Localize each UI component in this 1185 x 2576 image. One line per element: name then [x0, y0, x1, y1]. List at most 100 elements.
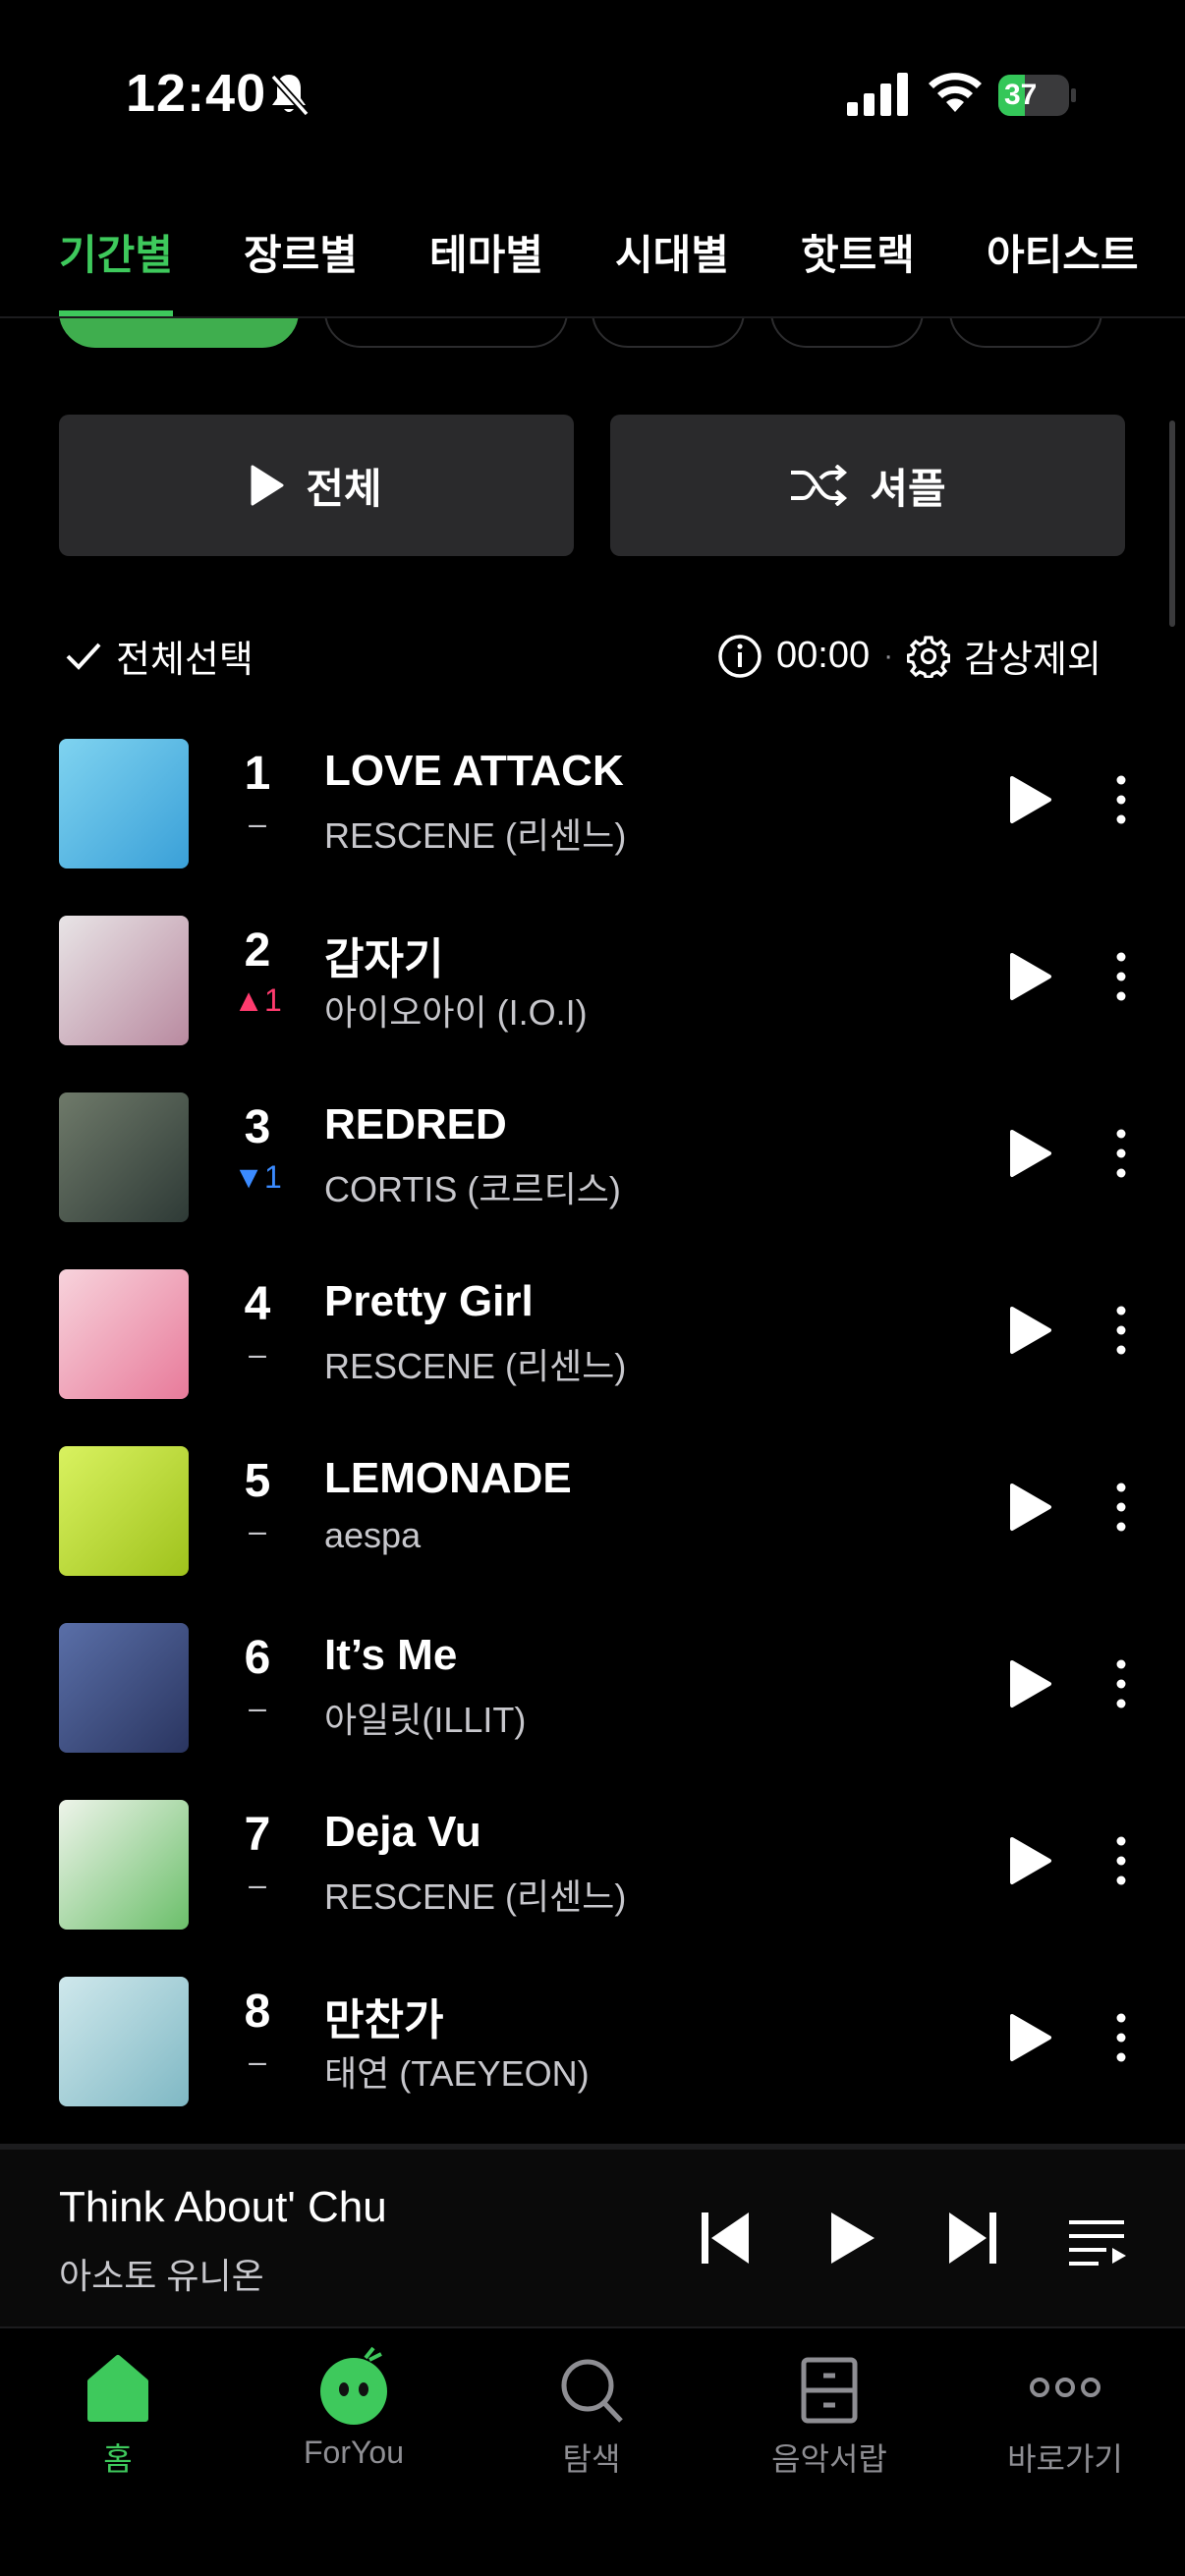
song-artist[interactable]: RESCENE (리센느)	[324, 808, 626, 859]
chart-row[interactable]: 1 – LOVE ATTACK RESCENE (리센느)	[0, 729, 1185, 906]
mini-player[interactable]: Think About' Chu 아소토 유니온	[0, 2150, 1185, 2326]
play-icon[interactable]	[1006, 949, 1053, 1004]
album-art[interactable]	[59, 1269, 189, 1399]
more-options-icon[interactable]	[1106, 772, 1136, 827]
chart-row[interactable]: 5 – LEMONADE aespa	[0, 1436, 1185, 1613]
rank-change: –	[249, 1336, 266, 1372]
rank-change: ▲1	[233, 982, 282, 1018]
more-options-icon[interactable]	[1106, 1303, 1136, 1358]
tab-artist[interactable]: 아티스트	[987, 222, 1139, 282]
bell-muted-icon	[270, 74, 310, 117]
album-art[interactable]	[59, 916, 189, 1045]
drawer-icon	[801, 2357, 858, 2424]
previous-track-icon[interactable]	[700, 2211, 753, 2266]
nav-foryou[interactable]: ForYou	[255, 2346, 452, 2471]
album-art[interactable]	[59, 739, 189, 868]
song-title[interactable]: Deja Vu	[324, 1808, 481, 1857]
song-title[interactable]: It’s Me	[324, 1631, 457, 1680]
rank-change: –	[249, 806, 266, 841]
tab-theme[interactable]: 테마별	[429, 222, 543, 282]
filter-chip[interactable]	[949, 318, 1102, 348]
song-artist[interactable]: 아이오아이 (I.O.I)	[324, 984, 588, 1036]
song-artist[interactable]: RESCENE (리센느)	[324, 1869, 626, 1920]
play-icon[interactable]	[1006, 1480, 1053, 1535]
active-tab-indicator	[59, 310, 173, 316]
tab-period[interactable]: 기간별	[59, 222, 173, 282]
play-icon[interactable]	[1006, 1303, 1053, 1358]
play-all-button[interactable]: 전체	[59, 415, 574, 556]
filter-chip[interactable]	[592, 318, 745, 348]
tab-genre[interactable]: 장르별	[244, 222, 358, 282]
now-playing-title[interactable]: Think About' Chu	[59, 2183, 387, 2232]
chart-row[interactable]: 7 – Deja Vu RESCENE (리센느)	[0, 1790, 1185, 1967]
play-icon[interactable]	[1006, 1656, 1053, 1711]
song-artist[interactable]: CORTIS (코르티스)	[324, 1161, 621, 1212]
rank-number: 7	[244, 1809, 271, 1861]
checkmark-icon	[66, 643, 101, 670]
select-all-button[interactable]: 전체선택	[65, 629, 254, 683]
more-options-icon[interactable]	[1106, 1833, 1136, 1888]
nav-home-label: 홈	[103, 2441, 133, 2477]
tab-hottrack[interactable]: 핫트랙	[801, 222, 915, 282]
now-playing-artist[interactable]: 아소토 유니온	[59, 2248, 264, 2299]
more-options-icon[interactable]	[1106, 1126, 1136, 1181]
rank-number: 8	[244, 1986, 271, 2038]
song-artist[interactable]: 아일릿(ILLIT)	[324, 1692, 526, 1743]
album-art[interactable]	[59, 1092, 189, 1222]
song-artist[interactable]: RESCENE (리센느)	[324, 1338, 626, 1389]
more-options-icon[interactable]	[1106, 1656, 1136, 1711]
nav-home[interactable]: 홈	[20, 2346, 216, 2480]
exclude-label[interactable]: 감상제외	[964, 629, 1101, 683]
play-icon[interactable]	[1006, 2010, 1053, 2065]
play-icon[interactable]	[1006, 1833, 1053, 1888]
chart-row[interactable]: 4 – Pretty Girl RESCENE (리센느)	[0, 1260, 1185, 1436]
shuffle-icon	[791, 465, 848, 506]
filter-chip-active[interactable]	[59, 318, 299, 348]
chart-row[interactable]: 2 ▲1 갑자기 아이오아이 (I.O.I)	[0, 906, 1185, 1083]
song-title[interactable]: 갑자기	[324, 924, 443, 986]
song-title[interactable]: Pretty Girl	[324, 1277, 534, 1326]
chart-row[interactable]: 8 – 만찬가 태연 (TAEYEON)	[0, 1967, 1185, 2144]
select-all-label: 전체선택	[116, 640, 254, 681]
status-time: 12:40	[126, 64, 267, 123]
rank-number: 5	[244, 1455, 271, 1507]
play-icon[interactable]	[1006, 772, 1053, 827]
song-artist[interactable]: 태연 (TAEYEON)	[324, 2045, 590, 2097]
chart-row[interactable]: 6 – It’s Me 아일릿(ILLIT)	[0, 1613, 1185, 1790]
chart-category-tabs: 기간별 장르별 테마별 시대별 핫트랙 아티스트	[0, 187, 1185, 318]
tab-era[interactable]: 시대별	[615, 222, 729, 282]
filter-chip[interactable]	[770, 318, 924, 348]
playlist-icon[interactable]	[1067, 2218, 1128, 2266]
shuffle-label: 셔플	[870, 465, 946, 512]
gear-icon[interactable]	[907, 635, 951, 678]
play-icon[interactable]	[1006, 1126, 1053, 1181]
song-title[interactable]: LOVE ATTACK	[324, 747, 624, 796]
cellular-signal-icon	[847, 73, 908, 116]
more-options-icon[interactable]	[1106, 2010, 1136, 2065]
sleep-timer[interactable]: 00:00 · 감상제외	[717, 629, 1101, 683]
nav-search[interactable]: 탐색	[493, 2346, 690, 2480]
song-artist[interactable]: aespa	[324, 1515, 421, 1556]
nav-drawer[interactable]: 음악서랍	[731, 2346, 928, 2480]
song-title[interactable]: LEMONADE	[324, 1454, 572, 1503]
album-art[interactable]	[59, 1446, 189, 1576]
album-art[interactable]	[59, 1623, 189, 1753]
more-dots-icon	[1030, 2378, 1100, 2397]
song-title[interactable]: 만찬가	[324, 1985, 443, 2047]
filter-chip[interactable]	[324, 318, 568, 348]
nav-shortcuts[interactable]: 바로가기	[967, 2346, 1163, 2480]
wifi-icon	[929, 73, 982, 112]
rank-number: 6	[244, 1632, 271, 1684]
shuffle-button[interactable]: 셔플	[610, 415, 1125, 556]
chart-row[interactable]: 3 ▼1 REDRED CORTIS (코르티스)	[0, 1083, 1185, 1260]
scrollbar[interactable]	[1169, 420, 1175, 627]
play-all-label: 전체	[306, 465, 382, 512]
song-title[interactable]: REDRED	[324, 1100, 507, 1149]
more-options-icon[interactable]	[1106, 1480, 1136, 1535]
next-track-icon[interactable]	[945, 2211, 998, 2266]
album-art[interactable]	[59, 1977, 189, 2106]
play-icon[interactable]	[827, 2211, 876, 2266]
rank-number: 3	[244, 1101, 271, 1153]
album-art[interactable]	[59, 1800, 189, 1930]
more-options-icon[interactable]	[1106, 949, 1136, 1004]
